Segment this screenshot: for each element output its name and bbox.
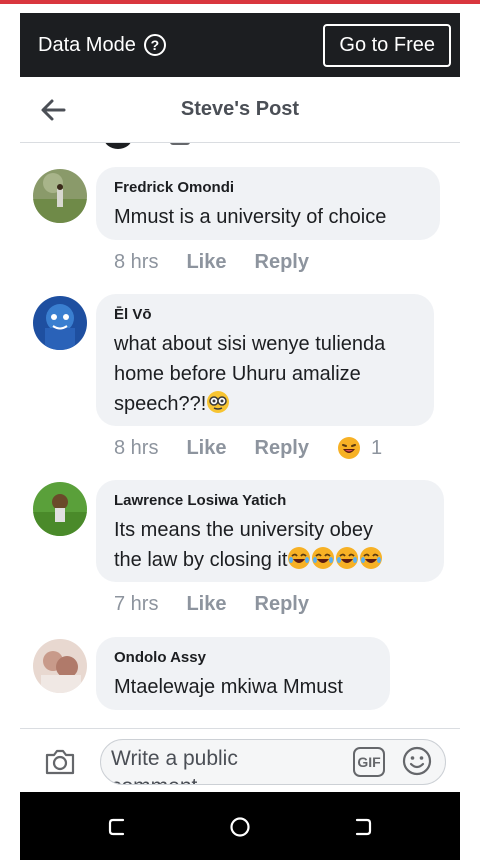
comment-time: 8 hrs	[114, 436, 159, 459]
avatar-photo-icon	[33, 482, 87, 536]
comment-input-placeholder: Write a public comment	[111, 747, 238, 784]
like-button[interactable]: Like	[186, 437, 226, 460]
camera-icon[interactable]	[44, 746, 76, 776]
comment-time: 8 hrs	[114, 251, 159, 273]
avatar	[104, 143, 132, 149]
data-mode-label-group[interactable]: Data Mode ?	[38, 34, 166, 57]
avatar-photo-icon	[33, 639, 87, 693]
go-to-free-button[interactable]: Go to Free	[323, 23, 451, 67]
comment-bubble[interactable]: Lawrence Losiwa Yatich Its means the uni…	[96, 480, 444, 582]
rofl-emoji-icon	[312, 547, 335, 569]
comment-text-line: speech??!	[114, 389, 416, 419]
comment-time: 7 hrs	[114, 593, 159, 615]
comment-actions: 8 hrs Like Reply	[114, 251, 337, 274]
comment-author[interactable]: Ēl Vō	[114, 306, 416, 323]
back-icon[interactable]	[349, 814, 375, 840]
avatar-photo-icon	[33, 169, 87, 223]
comments-feed[interactable]: Fredrick Omondi Mmust is a university of…	[20, 143, 460, 728]
smiley-icon[interactable]	[401, 745, 433, 777]
avatar-photo-icon	[33, 296, 87, 350]
comment-bubble[interactable]: Fredrick Omondi Mmust is a university of…	[96, 167, 440, 240]
avatar[interactable]	[33, 482, 87, 536]
comment-actions: 7 hrs Like Reply	[114, 593, 337, 616]
rofl-emoji-icon	[288, 547, 311, 569]
rofl-emoji-icon	[336, 547, 359, 569]
comment-author[interactable]: Ondolo Assy	[114, 649, 372, 666]
comment-text: Mmust is a university of choice	[114, 206, 387, 228]
page-title: Steve's Post	[180, 98, 300, 120]
comment-bubble[interactable]: Ēl Vō what about sisi wenye tulienda hom…	[96, 294, 434, 426]
laughing-emoji-icon	[337, 437, 360, 459]
like-button[interactable]: Like	[186, 593, 226, 616]
reaction-count: 1	[370, 436, 383, 459]
comment-author[interactable]: Fredrick Omondi	[114, 179, 422, 196]
comment-input[interactable]: Write a public comment GIF	[100, 739, 446, 785]
reply-button[interactable]: Reply	[255, 251, 309, 274]
reaction-summary[interactable]: 1	[337, 436, 410, 460]
gif-icon[interactable]: GIF	[353, 747, 385, 777]
comment-text-line: what about sisi wenye tulienda	[114, 333, 386, 355]
recents-icon[interactable]	[105, 814, 131, 840]
home-icon[interactable]	[227, 814, 253, 840]
avatar[interactable]	[33, 296, 87, 350]
help-icon[interactable]: ?	[143, 34, 166, 56]
comment-actions: 8 hrs Like Reply 1	[114, 436, 410, 460]
rofl-emoji-icon	[360, 547, 383, 569]
comment-bubble[interactable]: Ondolo Assy Mtaelewaje mkiwa Mmust	[96, 637, 390, 710]
post-header: Steve's Post	[20, 77, 460, 143]
app-frame: Data Mode ? Go to Free Steve's Post Fred…	[0, 0, 480, 866]
comment-text-line: home before Uhuru amalize	[114, 363, 361, 385]
nerd-emoji-icon	[207, 391, 230, 413]
system-nav-bar	[20, 792, 460, 860]
back-arrow-icon[interactable]	[40, 97, 66, 123]
comment-composer: Write a public comment GIF	[20, 728, 460, 792]
reply-button[interactable]: Reply	[255, 437, 309, 460]
comment-text: Mtaelewaje mkiwa Mmust	[114, 676, 343, 698]
data-mode-bar: Data Mode ? Go to Free	[20, 13, 460, 77]
avatar[interactable]	[33, 169, 87, 223]
like-button[interactable]: Like	[186, 251, 226, 274]
comment-author[interactable]: Lawrence Losiwa Yatich	[114, 492, 426, 509]
avatar[interactable]	[33, 639, 87, 693]
data-mode-label: Data Mode	[38, 33, 136, 56]
reply-button[interactable]: Reply	[255, 593, 309, 616]
comment-text-line: the law by closing it	[114, 545, 426, 575]
comment-text-line: Its means the university obey	[114, 519, 374, 541]
